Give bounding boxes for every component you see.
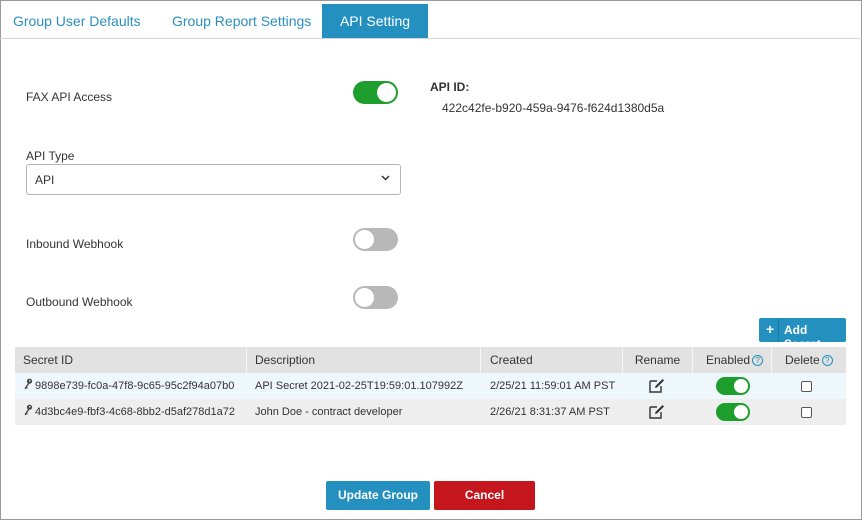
- toggle-knob: [377, 83, 396, 102]
- api-type-label: API Type: [26, 149, 75, 163]
- edit-icon[interactable]: [649, 404, 665, 420]
- table-header: Secret ID Description Created Rename Ena…: [15, 347, 846, 373]
- outbound-webhook-label: Outbound Webhook: [26, 295, 133, 309]
- api-type-selected-value: API: [35, 173, 55, 187]
- tab-bar: Group User Defaults Group Report Setting…: [0, 0, 862, 39]
- column-header-delete: Delete?: [772, 347, 846, 373]
- column-header-secret-id[interactable]: Secret ID: [15, 347, 247, 373]
- edit-icon[interactable]: [649, 378, 665, 394]
- secret-id-cell: 4d3bc4e9-fbf3-4c68-8bb2-d5af278d1a72: [35, 406, 235, 418]
- api-type-select[interactable]: API: [26, 164, 401, 195]
- tab-group-user-defaults[interactable]: Group User Defaults: [13, 4, 141, 38]
- chevron-down-icon: [381, 173, 390, 184]
- enabled-toggle[interactable]: [716, 377, 750, 395]
- tab-api-setting[interactable]: API Setting: [322, 4, 428, 38]
- column-header-rename: Rename: [623, 347, 693, 373]
- inbound-webhook-toggle[interactable]: [353, 228, 398, 251]
- button-divider: [778, 318, 779, 342]
- toggle-knob: [734, 379, 748, 393]
- delete-checkbox[interactable]: [801, 407, 812, 418]
- created-cell: 2/26/21 8:31:37 AM PST: [490, 406, 610, 418]
- api-id-value: 422c42fe-b920-459a-9476-f624d1380d5a: [442, 101, 665, 115]
- cancel-button[interactable]: Cancel: [434, 481, 535, 510]
- table-row: 9898e739-fc0a-47f8-9c65-95c2f94a07b0 API…: [15, 373, 846, 399]
- column-header-created[interactable]: Created: [481, 347, 623, 373]
- api-id-label: API ID:: [430, 80, 470, 94]
- tab-group-report-settings[interactable]: Group Report Settings: [172, 4, 311, 38]
- toggle-knob: [734, 405, 748, 419]
- column-header-enabled-label: Enabled: [706, 353, 751, 367]
- fax-api-access-toggle[interactable]: [353, 81, 398, 104]
- info-icon[interactable]: ?: [752, 355, 764, 366]
- table-row: 4d3bc4e9-fbf3-4c68-8bb2-d5af278d1a72 Joh…: [15, 399, 846, 425]
- description-cell: John Doe - contract developer: [255, 406, 403, 418]
- key-icon: [23, 399, 33, 425]
- created-cell: 2/25/21 11:59:01 AM PST: [490, 380, 616, 392]
- fax-api-access-label: FAX API Access: [26, 90, 113, 104]
- column-header-description[interactable]: Description: [247, 347, 481, 373]
- enabled-toggle[interactable]: [716, 403, 750, 421]
- column-header-enabled: Enabled?: [693, 347, 772, 373]
- window-frame: [0, 0, 862, 520]
- plus-icon: +: [766, 321, 775, 337]
- add-secret-button[interactable]: + Add Secret: [759, 318, 846, 351]
- description-cell: API Secret 2021-02-25T19:59:01.107992Z: [255, 380, 463, 392]
- info-icon[interactable]: ?: [821, 355, 833, 366]
- column-header-delete-label: Delete: [785, 353, 820, 367]
- key-icon: [23, 373, 33, 399]
- update-group-button[interactable]: Update Group: [326, 481, 430, 510]
- toggle-knob: [355, 230, 374, 249]
- toggle-knob: [355, 288, 374, 307]
- delete-checkbox[interactable]: [801, 381, 812, 392]
- inbound-webhook-label: Inbound Webhook: [26, 237, 124, 251]
- secret-id-cell: 9898e739-fc0a-47f8-9c65-95c2f94a07b0: [35, 380, 235, 392]
- outbound-webhook-toggle[interactable]: [353, 286, 398, 309]
